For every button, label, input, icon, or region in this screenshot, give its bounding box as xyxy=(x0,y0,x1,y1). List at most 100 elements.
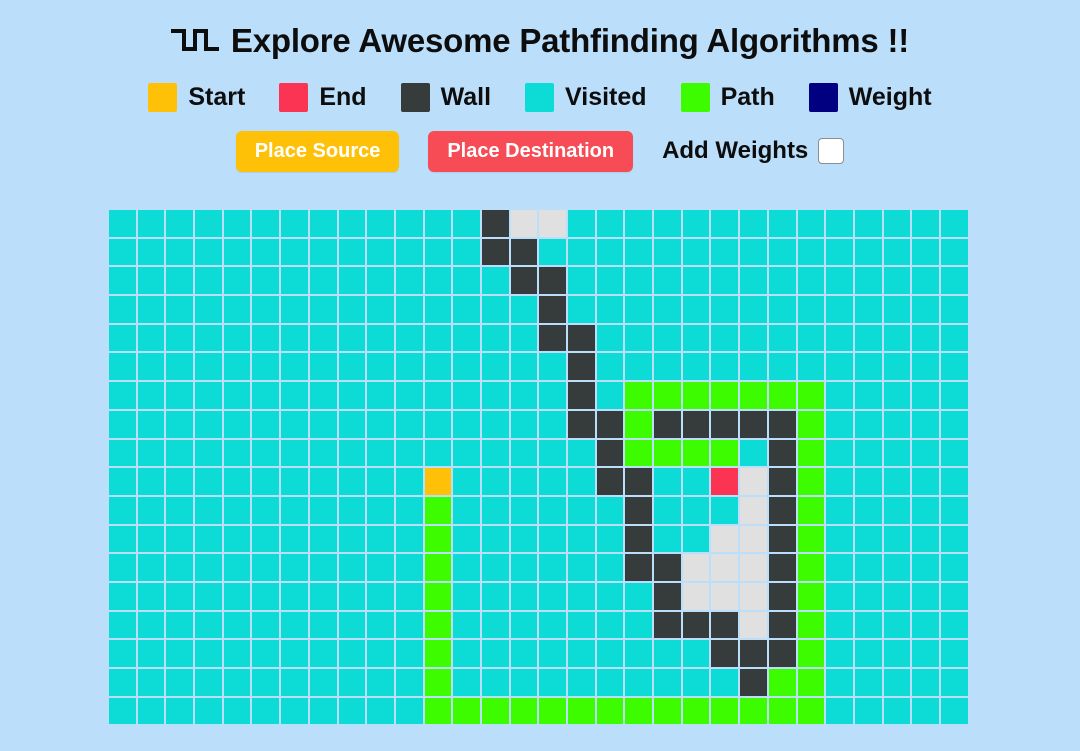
grid-cell[interactable] xyxy=(539,410,566,438)
grid-cell[interactable] xyxy=(367,267,394,295)
grid-cell[interactable] xyxy=(424,324,452,352)
grid-cell[interactable] xyxy=(424,582,452,610)
grid-cell[interactable] xyxy=(481,382,509,409)
grid-cell[interactable] xyxy=(940,525,968,553)
grid-cell[interactable] xyxy=(453,439,480,467)
grid-cell[interactable] xyxy=(854,554,882,581)
grid-cell[interactable] xyxy=(109,669,136,696)
grid-cell[interactable] xyxy=(281,267,308,295)
grid-cell[interactable] xyxy=(654,238,681,266)
grid-cell[interactable] xyxy=(338,382,366,409)
grid-cell[interactable] xyxy=(539,554,566,581)
grid-cell[interactable] xyxy=(137,324,165,352)
grid-cell[interactable] xyxy=(797,697,825,725)
grid-cell[interactable] xyxy=(309,697,337,725)
grid-cell[interactable] xyxy=(195,640,222,667)
grid-cell[interactable] xyxy=(395,697,423,725)
grid-cell[interactable] xyxy=(854,669,882,696)
grid-cell[interactable] xyxy=(539,525,566,553)
grid-cell[interactable] xyxy=(137,611,165,639)
grid-cell[interactable] xyxy=(395,324,423,352)
grid-cell[interactable] xyxy=(453,296,480,323)
grid-cell[interactable] xyxy=(137,296,165,323)
grid-cell[interactable] xyxy=(912,669,939,696)
grid-cell[interactable] xyxy=(740,296,767,323)
grid-cell[interactable] xyxy=(137,468,165,495)
grid-cell[interactable] xyxy=(510,238,538,266)
grid-cell[interactable] xyxy=(596,410,624,438)
grid-cell[interactable] xyxy=(539,267,566,295)
grid-cell[interactable] xyxy=(654,697,681,725)
grid-cell[interactable] xyxy=(826,410,853,438)
grid-cell[interactable] xyxy=(596,525,624,553)
grid-cell[interactable] xyxy=(797,410,825,438)
grid-cell[interactable] xyxy=(223,525,251,553)
grid-cell[interactable] xyxy=(826,496,853,524)
grid-cell[interactable] xyxy=(854,697,882,725)
grid-cell[interactable] xyxy=(367,669,394,696)
grid-cell[interactable] xyxy=(797,210,825,237)
grid-cell[interactable] xyxy=(539,496,566,524)
grid-cell[interactable] xyxy=(711,296,739,323)
grid-cell[interactable] xyxy=(596,640,624,667)
grid-cell[interactable] xyxy=(281,238,308,266)
grid-cell[interactable] xyxy=(654,611,681,639)
grid-cell[interactable] xyxy=(137,353,165,381)
grid-cell[interactable] xyxy=(940,410,968,438)
grid-cell[interactable] xyxy=(109,611,136,639)
grid-cell[interactable] xyxy=(883,525,911,553)
grid-cell[interactable] xyxy=(481,410,509,438)
grid-cell[interactable] xyxy=(940,669,968,696)
grid-cell[interactable] xyxy=(195,582,222,610)
grid-cell[interactable] xyxy=(424,439,452,467)
grid-cell[interactable] xyxy=(912,324,939,352)
grid-cell[interactable] xyxy=(453,410,480,438)
grid-cell[interactable] xyxy=(395,611,423,639)
grid-cell[interactable] xyxy=(109,439,136,467)
grid-cell[interactable] xyxy=(309,439,337,467)
grid-cell[interactable] xyxy=(424,210,452,237)
grid-cell[interactable] xyxy=(682,296,710,323)
grid-cell[interactable] xyxy=(568,439,595,467)
grid-cell[interactable] xyxy=(912,697,939,725)
grid-cell[interactable] xyxy=(252,697,280,725)
grid-cell[interactable] xyxy=(940,324,968,352)
grid-cell[interactable] xyxy=(596,496,624,524)
grid-cell[interactable] xyxy=(281,554,308,581)
grid-cell[interactable] xyxy=(338,669,366,696)
grid-cell[interactable] xyxy=(625,324,653,352)
grid-cell[interactable] xyxy=(740,382,767,409)
grid-cell[interactable] xyxy=(826,439,853,467)
grid-cell[interactable] xyxy=(854,267,882,295)
grid-cell[interactable] xyxy=(510,611,538,639)
grid-cell[interactable] xyxy=(854,525,882,553)
grid-cell[interactable] xyxy=(309,640,337,667)
grid-cell[interactable] xyxy=(195,669,222,696)
grid-cell[interactable] xyxy=(281,525,308,553)
grid-cell[interactable] xyxy=(395,496,423,524)
grid-cell[interactable] xyxy=(912,353,939,381)
grid-cell[interactable] xyxy=(625,697,653,725)
grid-cell[interactable] xyxy=(826,640,853,667)
grid-cell[interactable] xyxy=(596,238,624,266)
grid-cell[interactable] xyxy=(367,697,394,725)
grid-cell[interactable] xyxy=(223,554,251,581)
grid-cell[interactable] xyxy=(137,410,165,438)
grid-cell[interactable] xyxy=(453,267,480,295)
grid-cell[interactable] xyxy=(740,525,767,553)
grid-cell[interactable] xyxy=(309,267,337,295)
grid-cell[interactable] xyxy=(367,382,394,409)
grid-cell[interactable] xyxy=(367,210,394,237)
grid-cell[interactable] xyxy=(740,554,767,581)
grid-cell[interactable] xyxy=(137,525,165,553)
grid-cell[interactable] xyxy=(883,296,911,323)
grid-cell[interactable] xyxy=(596,582,624,610)
grid-cell[interactable] xyxy=(768,640,796,667)
grid-cell[interactable] xyxy=(424,382,452,409)
grid-cell[interactable] xyxy=(740,210,767,237)
grid-cell[interactable] xyxy=(854,582,882,610)
grid-cell[interactable] xyxy=(682,410,710,438)
grid-cell[interactable] xyxy=(854,353,882,381)
grid-cell[interactable] xyxy=(223,210,251,237)
grid-cell[interactable] xyxy=(137,669,165,696)
